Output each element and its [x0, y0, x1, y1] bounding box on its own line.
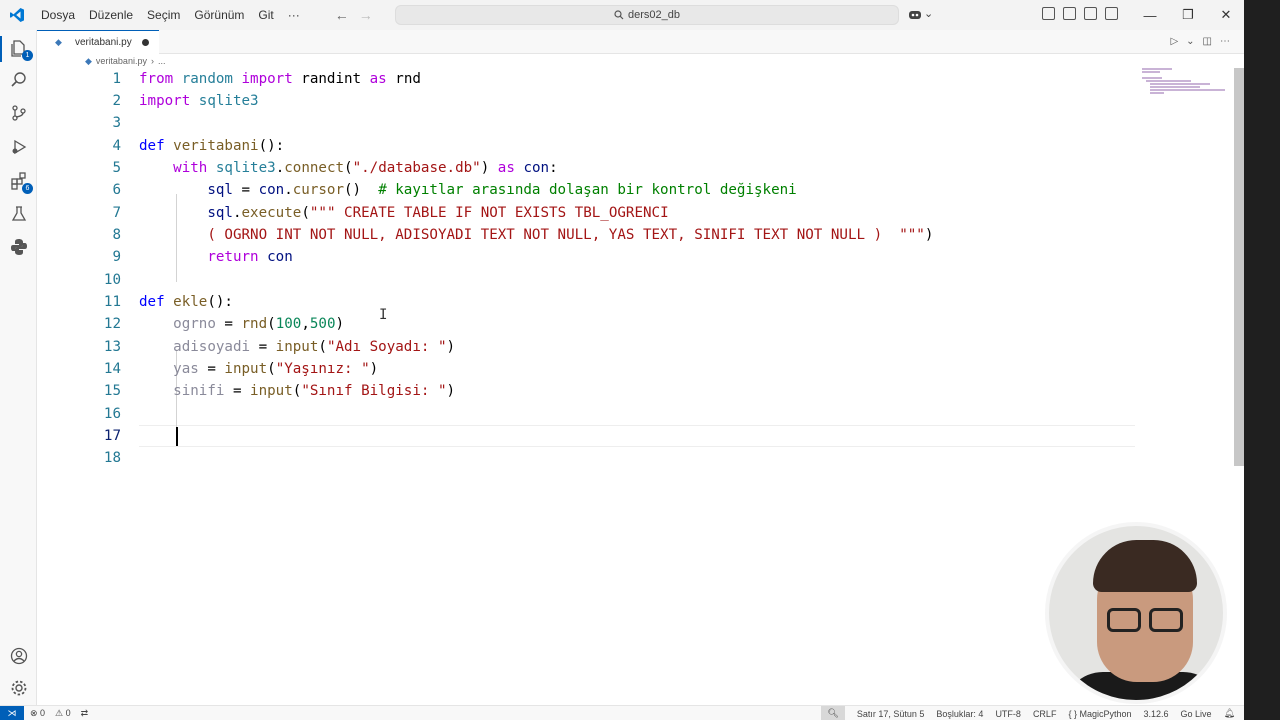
status-right: 🔍︎ Satır 17, Sütun 5 Boşluklar: 4 UTF-8 …	[821, 706, 1245, 720]
code-line: 18	[103, 450, 121, 466]
notifications-bell-icon[interactable]: 🔔︎	[1224, 708, 1235, 719]
testing-icon[interactable]	[9, 204, 29, 224]
breadcrumb: ◆ veritabani.py › ...	[37, 54, 1244, 68]
explorer-icon[interactable]: 1	[9, 38, 33, 61]
code-line: 16	[103, 406, 121, 422]
status-left: ⊗ 0 ⚠ 0 ⇄	[30, 708, 88, 719]
problems-errors[interactable]: ⊗ 0	[30, 708, 45, 719]
vertical-scrollbar[interactable]	[1234, 68, 1244, 466]
minimap[interactable]	[1142, 68, 1225, 98]
code-line: 15 sinifi = input("Sınıf Bilgisi: ")	[103, 383, 456, 399]
title-bar: Dosya Düzenle Seçim Görünüm Git ··· ← → …	[0, 0, 1245, 30]
maximize-icon[interactable]: ❐	[1169, 0, 1207, 30]
vscode-logo-icon	[0, 0, 34, 30]
account-icon[interactable]	[9, 646, 29, 666]
navigation-controls: ← →	[335, 7, 373, 23]
source-control-icon[interactable]	[9, 103, 29, 123]
back-arrow-icon[interactable]: ←	[335, 7, 349, 23]
code-line: 13 adisoyadi = input("Adı Soyadı: ")	[103, 339, 456, 355]
customize-layout-icon[interactable]	[1042, 7, 1055, 20]
code-line-current: 17	[103, 428, 121, 444]
end-of-line[interactable]: CRLF	[1033, 709, 1057, 719]
indentation[interactable]: Boşluklar: 4	[936, 709, 983, 719]
code-line: 1 from random import randint as rnd	[112, 71, 421, 87]
code-line: 4 def veritabani():	[112, 138, 285, 154]
language-mode[interactable]: { } MagicPython	[1068, 709, 1131, 719]
breadcrumb-file[interactable]: veritabani.py	[96, 56, 147, 66]
active-indicator	[0, 36, 2, 62]
unsaved-dot-icon[interactable]	[141, 38, 149, 46]
menu-selection[interactable]: Seçim	[140, 8, 187, 22]
remote-indicator[interactable]: ⋊	[0, 705, 24, 720]
copilot-icon	[909, 10, 921, 19]
problems-warnings[interactable]: ⚠ 0	[55, 708, 71, 719]
code-line: 10	[103, 272, 121, 288]
search-icon[interactable]	[9, 70, 29, 90]
copilot-button[interactable]: ⌄	[908, 7, 933, 20]
run-debug-icon[interactable]	[9, 137, 29, 157]
python-file-icon: ◆	[55, 36, 62, 47]
python-icon[interactable]	[9, 237, 29, 257]
menu-more[interactable]: ···	[281, 8, 307, 22]
explorer-badge: 1	[22, 50, 33, 61]
extensions-icon[interactable]: 6	[9, 171, 33, 194]
run-icon[interactable]: ▷	[1170, 36, 1178, 47]
python-interpreter[interactable]: 3.12.6	[1144, 709, 1169, 719]
code-line: 2 import sqlite3	[112, 93, 259, 109]
code-line: 5 with sqlite3.connect("./database.db") …	[112, 160, 558, 176]
breadcrumb-more[interactable]: ...	[158, 56, 166, 66]
menu-edit[interactable]: Düzenle	[82, 8, 140, 22]
search-text: ders02_db	[628, 9, 680, 21]
menu-view[interactable]: Görünüm	[187, 8, 251, 22]
menu-file[interactable]: Dosya	[34, 8, 82, 22]
code-line: 12 ogrno = rnd(100,500)	[103, 316, 345, 332]
screen-edge	[1244, 0, 1280, 720]
toggle-sidebar-icon[interactable]	[1063, 7, 1076, 20]
forward-arrow-icon[interactable]: →	[359, 7, 373, 23]
toggle-secondary-sidebar-icon[interactable]	[1105, 7, 1118, 20]
code-line: 14 yas = input("Yaşınız: ")	[103, 361, 379, 377]
tab-veritabani[interactable]: ◆ veritabani.py	[37, 29, 159, 54]
minimize-icon[interactable]: —	[1131, 0, 1169, 30]
code-line: 9 return con	[112, 249, 293, 265]
more-actions-icon[interactable]: ⋯	[1220, 36, 1230, 47]
split-editor-icon[interactable]: ◫	[1203, 36, 1212, 47]
breadcrumb-separator: ›	[150, 56, 154, 66]
code-line: 3	[112, 115, 121, 131]
editor-actions: ▷ ⌄ ◫ ⋯	[1170, 36, 1230, 47]
code-line: 7 sql.execute(""" CREATE TABLE IF NOT EX…	[112, 205, 669, 221]
command-center-search[interactable]: ders02_db	[395, 5, 899, 25]
code-line: 6 sql = con.cursor() # kayıtlar arasında…	[112, 182, 797, 198]
encoding[interactable]: UTF-8	[995, 709, 1021, 719]
code-line: 11 def ekle():	[103, 294, 233, 310]
chevron-down-icon[interactable]: ⌄	[1186, 36, 1194, 47]
menu-bar: Dosya Düzenle Seçim Görünüm Git ···	[34, 8, 307, 22]
activity-bar: 1 6	[0, 30, 37, 705]
window-controls: — ❐ ✕	[1131, 0, 1245, 30]
ports-icon[interactable]: ⇄	[81, 708, 89, 719]
text-cursor	[176, 427, 178, 446]
extensions-badge: 6	[22, 183, 33, 194]
code-line: 8 ( OGRNO INT NOT NULL, ADISOYADI TEXT N…	[112, 227, 934, 243]
toggle-panel-icon[interactable]	[1084, 7, 1097, 20]
zoom-icon[interactable]: 🔍︎	[821, 706, 845, 720]
webcam-overlay	[1045, 522, 1227, 704]
mouse-ibeam-icon: I	[379, 307, 388, 323]
python-file-icon: ◆	[85, 55, 92, 66]
gear-icon[interactable]	[9, 678, 29, 698]
editor-tabs: ◆ veritabani.py ▷ ⌄ ◫ ⋯	[37, 29, 1244, 54]
tab-label: veritabani.py	[75, 36, 132, 48]
go-live-button[interactable]: Go Live	[1181, 709, 1212, 719]
close-icon[interactable]: ✕	[1207, 0, 1245, 30]
status-bar: ⋊ ⊗ 0 ⚠ 0 ⇄ 🔍︎ Satır 17, Sütun 5 Boşlukl…	[0, 705, 1245, 720]
layout-controls	[1042, 7, 1118, 20]
menu-git[interactable]: Git	[251, 8, 280, 22]
chevron-down-icon: ⌄	[924, 8, 934, 20]
search-icon	[614, 10, 624, 20]
cursor-position[interactable]: Satır 17, Sütun 5	[857, 709, 925, 719]
